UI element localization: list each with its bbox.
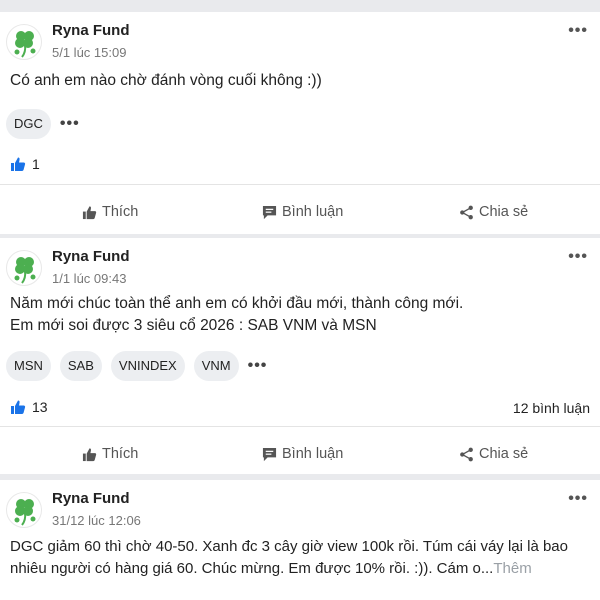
thumbs-up-icon (82, 447, 97, 461)
avatar[interactable] (6, 24, 42, 60)
feed: Ryna Fund 5/1 lúc 15:09 ••• Có anh em nà… (0, 0, 600, 600)
like-count: 1 (32, 156, 40, 172)
thumbs-up-icon (11, 400, 26, 414)
like-label: Thích (102, 446, 139, 462)
comment-icon (262, 447, 277, 461)
ticker-tag[interactable]: VNINDEX (110, 351, 185, 381)
like-label: Thích (102, 204, 139, 220)
action-bar: Thích Bình luận Chia sẻ (0, 434, 600, 474)
share-label: Chia sẻ (479, 204, 529, 220)
post-content: Năm mới chúc toàn thể anh em có khởi đầu… (10, 293, 463, 337)
author-name[interactable]: Ryna Fund (52, 248, 130, 265)
content-line: Có anh em nào chờ đánh vòng cuối không :… (10, 72, 322, 89)
share-icon (460, 205, 473, 219)
tag-list: MSN SAB VNINDEX VNM ••• (6, 351, 267, 381)
post-content: DGC giảm 60 thì chờ 40-50. Xanh đc 3 cây… (10, 536, 568, 580)
post-card: Ryna Fund 31/12 lúc 12:06 ••• DGC giảm 6… (0, 480, 600, 600)
comment-label: Bình luận (282, 446, 344, 462)
see-more-link[interactable]: Thêm (493, 560, 531, 577)
content-line: Năm mới chúc toàn thể anh em có khởi đầu… (10, 295, 464, 312)
like-summary[interactable]: 1 (10, 156, 40, 172)
action-bar: Thích Bình luận Chia sẻ (0, 192, 600, 232)
comment-button[interactable]: Bình luận (262, 192, 343, 232)
post-header: Ryna Fund 1/1 lúc 09:43 ••• (0, 238, 600, 298)
post-card: Ryna Fund 5/1 lúc 15:09 ••• Có anh em nà… (0, 12, 600, 234)
divider (0, 184, 600, 185)
comment-icon (262, 205, 277, 219)
like-count: 13 (32, 399, 48, 415)
content-line: DGC giảm 60 thì chờ 40-50. Xanh đc 3 cây… (10, 538, 568, 555)
comment-button[interactable]: Bình luận (262, 434, 343, 474)
like-button[interactable]: Thích (82, 192, 138, 232)
clover-icon (14, 257, 36, 284)
post-time: 1/1 lúc 09:43 (52, 271, 127, 286)
post-time: 31/12 lúc 12:06 (52, 513, 141, 528)
thumbs-up-icon (82, 205, 97, 219)
comment-count[interactable]: 12 bình luận (513, 400, 590, 416)
clover-icon (14, 499, 36, 526)
ticker-tag[interactable]: MSN (6, 351, 51, 381)
share-label: Chia sẻ (479, 446, 529, 462)
like-button[interactable]: Thích (82, 434, 138, 474)
share-button[interactable]: Chia sẻ (459, 434, 528, 474)
divider (0, 426, 600, 427)
share-button[interactable]: Chia sẻ (459, 192, 528, 232)
comment-label: Bình luận (282, 204, 344, 220)
content-line: nhiêu người có hàng giá 60. Chúc mừng. E… (10, 558, 568, 580)
tag-list: DGC ••• (6, 109, 80, 139)
post-time: 5/1 lúc 15:09 (52, 45, 127, 60)
more-dots-icon[interactable]: ••• (568, 490, 588, 508)
avatar[interactable] (6, 492, 42, 528)
like-summary[interactable]: 13 (10, 399, 48, 415)
more-dots-icon[interactable]: ••• (568, 22, 588, 40)
avatar[interactable] (6, 250, 42, 286)
author-name[interactable]: Ryna Fund (52, 490, 130, 507)
ticker-tag[interactable]: SAB (59, 351, 102, 381)
ticker-tag[interactable]: VNM (193, 351, 239, 381)
author-name[interactable]: Ryna Fund (52, 22, 130, 39)
post-content: Có anh em nào chờ đánh vòng cuối không :… (10, 70, 322, 92)
more-dots-icon[interactable]: ••• (568, 248, 588, 266)
clover-icon (14, 31, 36, 58)
content-line-text: nhiêu người có hàng giá 60. Chúc mừng. E… (10, 560, 494, 577)
post-header: Ryna Fund 31/12 lúc 12:06 ••• (0, 480, 600, 540)
thumbs-up-icon (11, 157, 26, 171)
post-header: Ryna Fund 5/1 lúc 15:09 ••• (0, 12, 600, 72)
ticker-tag[interactable]: DGC (6, 109, 51, 139)
share-icon (460, 447, 473, 461)
more-dots-icon[interactable]: ••• (248, 357, 268, 375)
more-dots-icon[interactable]: ••• (60, 115, 80, 133)
post-card: Ryna Fund 1/1 lúc 09:43 ••• Năm mới chúc… (0, 238, 600, 474)
content-line: Em mới soi được 3 siêu cổ 2026 : SAB VNM… (10, 317, 377, 334)
